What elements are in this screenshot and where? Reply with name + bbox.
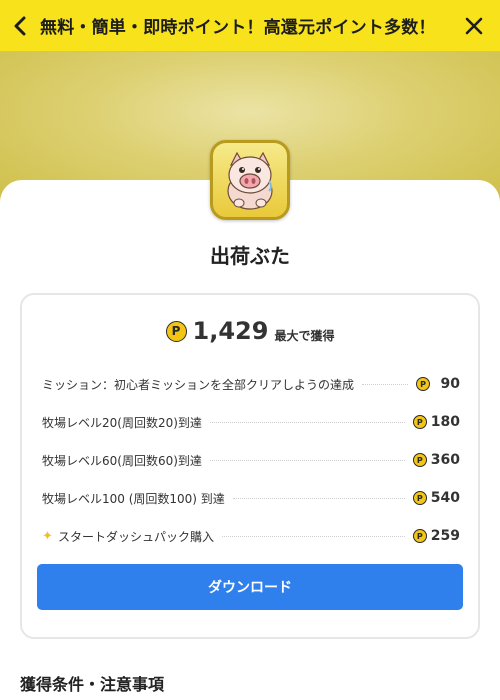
mission-label: 牧場レベル20(周回数20)到達 (42, 415, 202, 430)
dotted-leader (209, 459, 405, 461)
point-coin-icon: P (412, 415, 427, 429)
mission-row: 牧場レベル100 (周回数100) 到達 P 540 (42, 479, 460, 517)
mission-points: 259 (430, 528, 460, 544)
app-icon (210, 140, 290, 220)
dotted-leader (209, 421, 405, 423)
mission-row: ✦ スタートダッシュパック購入 P 259 (42, 517, 460, 555)
total-reward: P 1,429 最大で獲得 (22, 317, 478, 345)
point-coin-icon: P (412, 491, 427, 505)
point-coin-icon: P (416, 377, 430, 391)
chevron-left-icon (14, 16, 26, 35)
back-button[interactable] (0, 0, 40, 52)
close-icon (465, 17, 483, 34)
mission-row: ミッション：初心者ミッションを全部クリアしようの達成 P 90 (42, 365, 460, 403)
dotted-leader (362, 383, 408, 385)
reward-card: P 1,429 最大で獲得 ミッション：初心者ミッションを全部クリアしようの達成… (20, 293, 480, 639)
total-suffix: 最大で獲得 (274, 328, 335, 343)
mission-row: 牧場レベル20(周回数20)到達 P 180 (42, 403, 460, 441)
mission-points: 90 (440, 376, 460, 392)
mission-label: ミッション：初心者ミッションを全部クリアしようの達成 (42, 377, 355, 392)
point-coin-icon: P (412, 453, 427, 467)
point-coin-icon: P (165, 320, 187, 342)
download-button[interactable]: ダウンロード (37, 564, 463, 610)
top-bar: 無料・簡単・即時ポイント！高還元ポイント多数！ (0, 0, 500, 52)
sparkle-icon: ✦ (42, 528, 53, 544)
close-button[interactable] (448, 0, 500, 52)
mission-label: スタートダッシュパック購入 (58, 529, 215, 544)
total-points: 1,429 (192, 317, 269, 345)
pig-mascot-icon (227, 151, 273, 210)
mission-row: 牧場レベル60(周回数60)到達 P 360 (42, 441, 460, 479)
point-coin-icon: P (412, 529, 427, 543)
dotted-leader (222, 535, 405, 537)
mission-points: 540 (430, 490, 460, 506)
app-name: 出荷ぶた (210, 244, 290, 268)
mission-points: 360 (430, 452, 460, 468)
header-title: 無料・簡単・即時ポイント！高還元ポイント多数！ (40, 18, 436, 38)
mission-list: ミッション：初心者ミッションを全部クリアしようの達成 P 90 牧場レベル20(… (42, 365, 460, 555)
mission-points: 180 (430, 414, 460, 430)
dotted-leader (232, 497, 405, 499)
mission-label: 牧場レベル60(周回数60)到達 (42, 453, 202, 468)
conditions-title: 獲得条件・注意事項 (20, 675, 165, 694)
mission-label: 牧場レベル100 (周回数100) 到達 (42, 491, 225, 506)
